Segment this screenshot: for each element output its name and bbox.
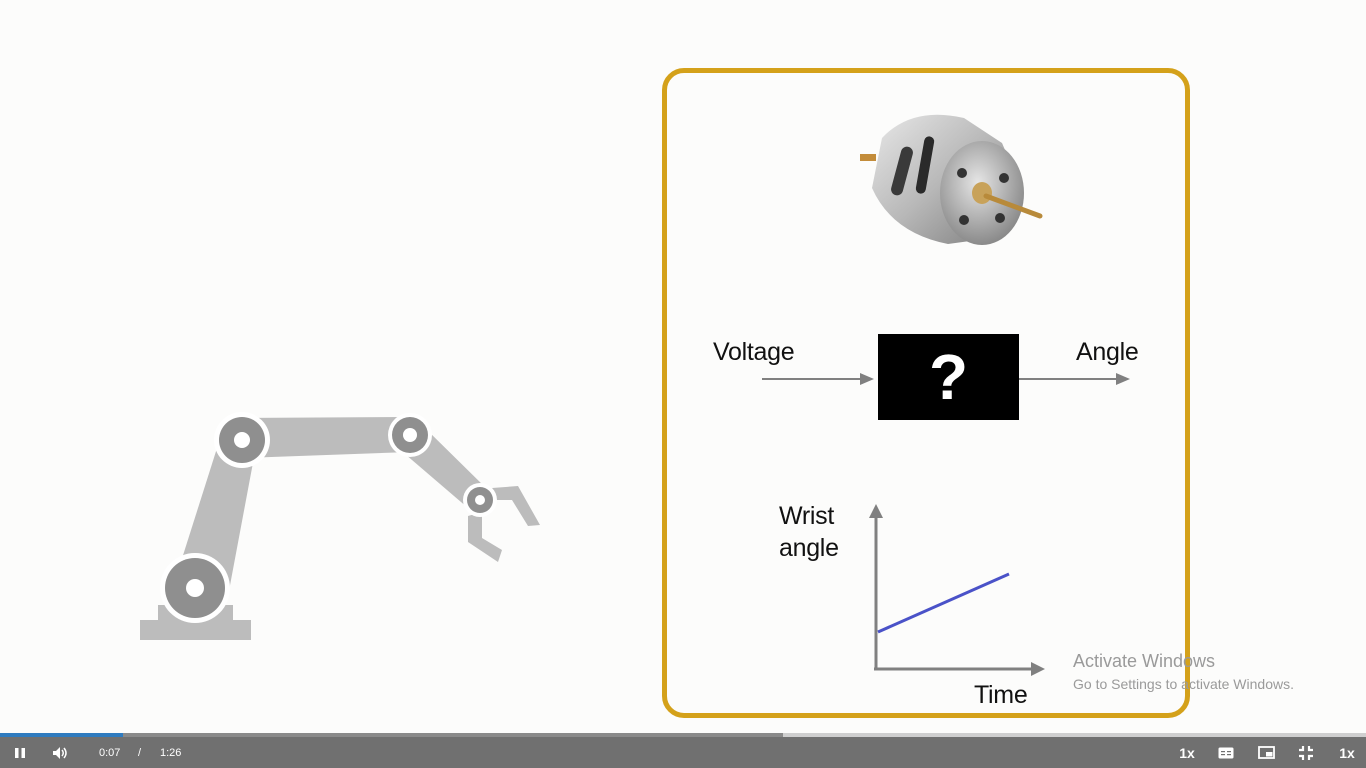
plot-y-label: Wrist angle	[779, 500, 839, 564]
input-label: Voltage	[713, 338, 795, 366]
picture-in-picture-icon	[1257, 746, 1275, 759]
exit-fullscreen-icon	[1299, 745, 1313, 760]
captions-button[interactable]	[1214, 737, 1238, 768]
exit-fullscreen-button[interactable]	[1294, 737, 1318, 768]
unknown-system-box: ?	[878, 334, 1019, 420]
box-symbol: ?	[928, 341, 969, 413]
input-arrowhead	[860, 373, 874, 385]
volume-icon	[53, 746, 67, 759]
plot-x-label: Time	[974, 681, 1028, 709]
output-label: Angle	[1076, 338, 1139, 366]
watermark-subtitle: Go to Settings to activate Windows.	[1073, 676, 1294, 692]
current-time: 0:07	[99, 746, 121, 759]
player-controls: 0:07 / 1:26 1x 1x	[0, 737, 1366, 768]
output-arrowhead	[1116, 373, 1130, 385]
speed-menu-button[interactable]: 1x	[1334, 737, 1360, 768]
diagram-lines	[762, 373, 1130, 676]
volume-button[interactable]	[48, 737, 72, 768]
time-separator: /	[138, 746, 142, 759]
plot-y-label-line2: angle	[779, 534, 839, 562]
pause-icon	[15, 747, 25, 758]
duration: 1:26	[160, 746, 182, 759]
captions-icon	[1218, 747, 1234, 758]
plot-y-arrowhead	[869, 504, 883, 518]
picture-in-picture-button[interactable]	[1254, 737, 1278, 768]
plot-y-label-line1: Wrist	[779, 502, 834, 530]
activation-watermark: Activate Windows Go to Settings to activ…	[1073, 651, 1294, 692]
watermark-title: Activate Windows	[1073, 651, 1216, 671]
playback-speed-button[interactable]: 1x	[1174, 737, 1200, 768]
video-stage[interactable]: Voltage Angle ? Wrist angle Time Activat…	[0, 0, 1366, 734]
plot-x-arrowhead	[1031, 662, 1045, 676]
plot-series-line	[877, 572, 1010, 634]
play-pause-button[interactable]	[8, 737, 32, 768]
